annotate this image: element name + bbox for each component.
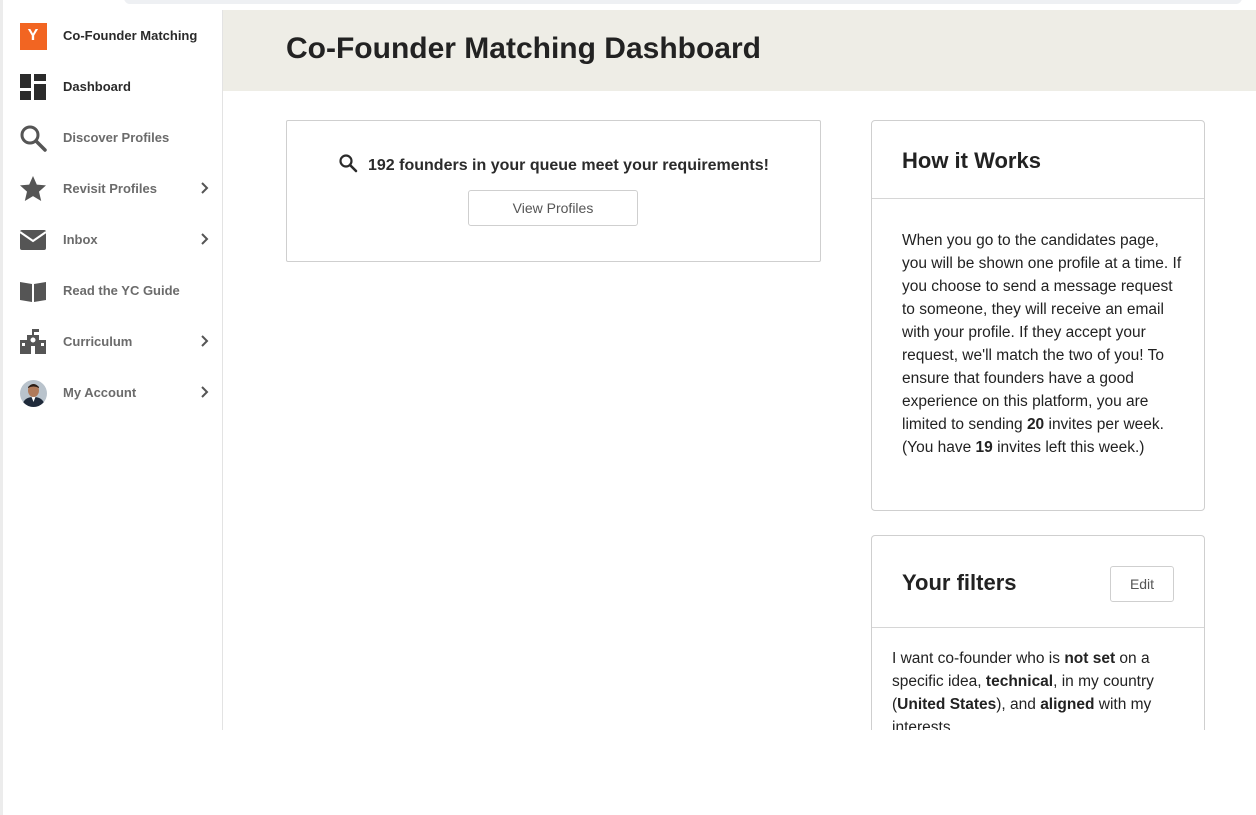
chevron-right-icon bbox=[199, 385, 211, 399]
sidebar-item-my-account[interactable]: My Account bbox=[3, 367, 222, 418]
sidebar-item-discover-profiles[interactable]: Discover Profiles bbox=[3, 112, 222, 163]
view-profiles-button[interactable]: View Profiles bbox=[468, 190, 638, 226]
queue-count-text: 192 founders in your queue meet your req… bbox=[368, 156, 769, 174]
star-icon bbox=[19, 175, 47, 203]
dashboard-icon bbox=[19, 73, 47, 101]
sidebar-item-label: My Account bbox=[63, 385, 137, 400]
how-it-works-card: How it Works When you go to the candidat… bbox=[871, 120, 1205, 511]
sidebar-item-revisit-profiles[interactable]: Revisit Profiles bbox=[3, 163, 222, 214]
sidebar-item-label: Dashboard bbox=[63, 79, 131, 94]
book-icon bbox=[19, 277, 47, 305]
chevron-right-icon bbox=[199, 181, 211, 195]
queue-summary: 192 founders in your queue meet your req… bbox=[287, 153, 820, 178]
sidebar-item-curriculum[interactable]: Curriculum bbox=[3, 316, 222, 367]
page-header: Co-Founder Matching Dashboard bbox=[223, 10, 1256, 91]
filter-country-value: United States bbox=[897, 696, 997, 713]
avatar bbox=[19, 379, 47, 407]
page-title: Co-Founder Matching Dashboard bbox=[286, 32, 761, 65]
filters-description: I want co-founder who is not set on a sp… bbox=[892, 647, 1182, 731]
invites-left-count: 19 bbox=[975, 439, 993, 456]
sidebar-item-yc-guide[interactable]: Read the YC Guide bbox=[3, 265, 222, 316]
envelope-icon bbox=[19, 226, 47, 254]
browser-top-strip bbox=[0, 0, 1256, 10]
sidebar-item-label: Revisit Profiles bbox=[63, 181, 157, 196]
edit-filters-button[interactable]: Edit bbox=[1110, 566, 1174, 602]
filter-technical-value: technical bbox=[985, 673, 1054, 690]
page-bottom-blank bbox=[3, 730, 1256, 815]
how-it-works-text-part: When you go to the candidates page, you … bbox=[902, 232, 1182, 433]
filter-idea-value: not set bbox=[1064, 650, 1116, 667]
search-icon bbox=[338, 153, 358, 178]
yc-logo-letter: Y bbox=[19, 22, 47, 50]
sidebar-item-dashboard[interactable]: Dashboard bbox=[3, 61, 222, 112]
school-icon bbox=[19, 328, 47, 356]
browser-address-pill bbox=[124, 0, 1242, 4]
filters-text-part: I want co-founder who is bbox=[892, 650, 1065, 667]
how-it-works-title: How it Works bbox=[902, 148, 1041, 173]
chevron-right-icon bbox=[199, 232, 211, 246]
how-it-works-text: When you go to the candidates page, you … bbox=[902, 229, 1182, 459]
sidebar-brand-label: Co-Founder Matching bbox=[63, 28, 198, 43]
sidebar-item-inbox[interactable]: Inbox bbox=[3, 214, 222, 265]
sidebar-brand[interactable]: Y Co-Founder Matching bbox=[3, 10, 222, 61]
yc-logo-icon: Y bbox=[19, 22, 47, 50]
search-icon bbox=[19, 124, 47, 152]
how-it-works-text-part: invites left this week.) bbox=[992, 439, 1145, 456]
sidebar-item-label: Discover Profiles bbox=[63, 130, 170, 145]
queue-card: 192 founders in your queue meet your req… bbox=[286, 120, 821, 262]
sidebar-item-label: Inbox bbox=[63, 232, 98, 247]
divider bbox=[872, 627, 1204, 628]
filters-card: Your filters Edit I want co-founder who … bbox=[871, 535, 1205, 731]
sidebar: Y Co-Founder Matching Dashboard Discover… bbox=[3, 10, 223, 730]
sidebar-item-label: Read the YC Guide bbox=[63, 283, 180, 298]
weekly-invite-limit: 20 bbox=[1026, 416, 1045, 433]
filter-interests-value: aligned bbox=[1040, 696, 1095, 713]
sidebar-item-label: Curriculum bbox=[63, 334, 133, 349]
divider bbox=[872, 198, 1204, 199]
filters-text-part: ), and bbox=[996, 696, 1041, 713]
chevron-right-icon bbox=[199, 334, 211, 348]
filters-title: Your filters bbox=[902, 570, 1017, 595]
